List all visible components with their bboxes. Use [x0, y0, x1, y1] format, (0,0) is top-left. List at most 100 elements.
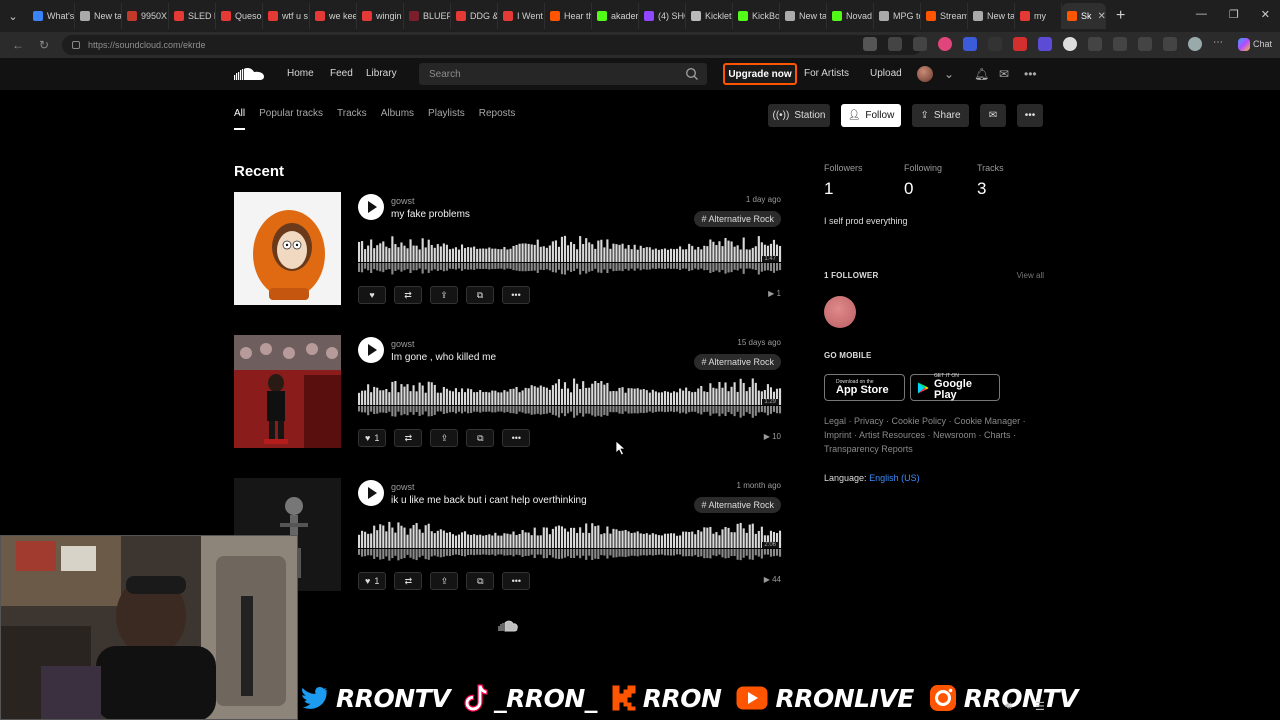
browser-tab[interactable]: 9950X [122, 3, 169, 29]
browser-tab[interactable]: MPG to [874, 3, 921, 29]
more-track-button[interactable]: ••• [502, 572, 531, 590]
extension-purple-icon[interactable] [1038, 37, 1052, 51]
repost-button[interactable]: ⇄ [394, 572, 423, 590]
search-input[interactable] [429, 68, 669, 80]
browser-tab[interactable]: New ta [968, 3, 1015, 29]
google-play-badge[interactable]: GET IT ON Google Play [910, 374, 1000, 401]
footer-links[interactable]: Legal · Privacy · Cookie Policy · Cookie… [824, 414, 1039, 456]
play-queue-icon[interactable]: ☰ [1035, 700, 1045, 713]
browser-tab[interactable]: DDG & [451, 3, 498, 29]
tab-popular-tracks[interactable]: Popular tracks [259, 108, 323, 130]
search-icon[interactable] [685, 67, 699, 81]
extensions-puzzle-icon[interactable] [1088, 37, 1102, 51]
site-info-icon[interactable] [72, 41, 80, 49]
address-bar[interactable]: https://soundcloud.com/ekrde [62, 35, 922, 55]
like-button[interactable]: ♥ [358, 286, 386, 304]
browser-tab[interactable]: Kicklet [686, 3, 733, 29]
waveform[interactable] [358, 234, 782, 276]
browser-tab[interactable]: SLED b [169, 3, 216, 29]
view-all-link[interactable]: View all [1017, 271, 1044, 280]
for-artists-link[interactable]: For Artists [804, 68, 849, 79]
message-button[interactable]: ✉︎ [980, 104, 1006, 127]
tab-all[interactable]: All [234, 108, 246, 130]
tab-reposts[interactable]: Reposts [479, 108, 516, 130]
close-tab-icon[interactable]: ✕ [1098, 11, 1105, 22]
browser-tab[interactable]: New ta [780, 3, 827, 29]
reader-mode-icon[interactable] [863, 37, 877, 51]
more-tools-icon[interactable]: ⋯ [1213, 37, 1227, 51]
upload-link[interactable]: Upload [870, 68, 902, 79]
favorite-star-icon[interactable] [913, 37, 927, 51]
browser-tab[interactable]: wingin [357, 3, 404, 29]
tracks-stat[interactable]: Tracks 3 [977, 163, 1004, 199]
messages-mail-icon[interactable]: ✉︎ [999, 67, 1009, 81]
copy-link-button[interactable]: ⧉ [466, 572, 495, 590]
browser-tab[interactable]: we kee [310, 3, 357, 29]
upgrade-now-button[interactable]: Upgrade now [723, 63, 797, 85]
address-url[interactable]: https://soundcloud.com/ekrde [88, 40, 206, 50]
extension-pink-icon[interactable] [938, 37, 952, 51]
user-avatar[interactable] [917, 66, 933, 82]
tab-tracks[interactable]: Tracks [337, 108, 367, 130]
genre-tag[interactable]: # Alternative Rock [694, 354, 781, 370]
repost-button[interactable]: ⇄ [394, 429, 423, 447]
track-title[interactable]: ik u like me back but i cant help overth… [391, 495, 587, 506]
like-button[interactable]: ♥ 1 [358, 429, 387, 447]
follower-avatar[interactable] [824, 296, 856, 328]
browser-tab[interactable]: my [1015, 3, 1062, 29]
browser-tab[interactable]: Hear th [545, 3, 592, 29]
more-track-button[interactable]: ••• [502, 286, 530, 304]
close-window-icon[interactable]: ✕ [1261, 8, 1270, 21]
back-icon[interactable]: ← [10, 38, 26, 52]
browser-tab[interactable]: wtf u s [263, 3, 310, 29]
tab-playlists[interactable]: Playlists [428, 108, 465, 130]
browser-tab[interactable]: Novad [827, 3, 874, 29]
play-button[interactable] [358, 337, 384, 363]
extension-white-icon[interactable] [1063, 37, 1077, 51]
more-actions-button[interactable]: ••• [1017, 104, 1043, 127]
minimize-icon[interactable]: — [1196, 8, 1207, 21]
waveform[interactable] [358, 520, 782, 562]
share-track-button[interactable]: ⇪ [430, 429, 459, 447]
notifications-bell-icon[interactable]: 🔔︎ [974, 67, 989, 81]
more-track-button[interactable]: ••• [502, 429, 531, 447]
play-bar-speaker-icon[interactable]: 🔊︎ [1005, 700, 1012, 713]
followers-stat[interactable]: Followers 1 [824, 163, 863, 199]
track-title[interactable]: my fake problems [391, 209, 470, 220]
browser-tab[interactable]: Stream [921, 3, 968, 29]
copilot-button[interactable]: Chat [1238, 37, 1272, 51]
tab-albums[interactable]: Albums [381, 108, 414, 130]
track-artist[interactable]: gowst [391, 196, 415, 206]
browser-tab[interactable]: What's [28, 3, 75, 29]
extension-gray-icon[interactable] [988, 37, 1002, 51]
genre-tag[interactable]: # Alternative Rock [694, 497, 781, 513]
following-stat[interactable]: Following 0 [904, 163, 942, 199]
repost-button[interactable]: ⇄ [394, 286, 422, 304]
collections-icon[interactable] [1163, 37, 1177, 51]
share-track-button[interactable]: ⇪ [430, 286, 458, 304]
copy-link-button[interactable]: ⧉ [466, 286, 494, 304]
extension-blue-icon[interactable] [963, 37, 977, 51]
browser-tab[interactable]: akader [592, 3, 639, 29]
station-button[interactable]: ((•)) Station [768, 104, 830, 127]
copy-link-button[interactable]: ⧉ [466, 429, 495, 447]
restore-icon[interactable]: ❐ [1229, 8, 1239, 21]
read-aloud-icon[interactable] [888, 37, 902, 51]
browser-tab[interactable]: I Went [498, 3, 545, 29]
app-store-badge[interactable]: Download on the App Store [824, 374, 905, 401]
genre-tag[interactable]: # Alternative Rock [694, 211, 781, 227]
play-button[interactable] [358, 480, 384, 506]
browser-tab[interactable]: Sk ✕ [1062, 3, 1106, 29]
track-title[interactable]: Im gone , who killed me [391, 352, 496, 363]
nav-feed[interactable]: Feed [330, 68, 353, 79]
profile-avatar-icon[interactable] [1188, 37, 1202, 51]
nav-home[interactable]: Home [287, 68, 314, 79]
browser-tab[interactable]: (4) SHC [639, 3, 686, 29]
favorites-icon[interactable] [1138, 37, 1152, 51]
extension-red-icon[interactable] [1013, 37, 1027, 51]
share-button[interactable]: ⇪ Share [912, 104, 969, 127]
tab-list-dropdown-icon[interactable]: ⌄ [4, 7, 22, 25]
soundcloud-logo-icon[interactable] [234, 66, 266, 82]
split-screen-icon[interactable] [1113, 37, 1127, 51]
waveform[interactable] [358, 377, 782, 419]
